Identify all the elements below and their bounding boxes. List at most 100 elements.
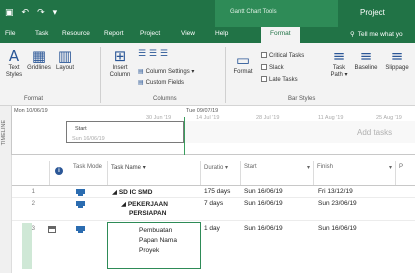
critical-tasks-checkbox[interactable]: Critical Tasks [261, 52, 304, 59]
duration-cell[interactable]: 175 days [204, 188, 230, 195]
column-header-start[interactable]: Start ▾ [241, 161, 314, 185]
tab-format[interactable]: Format [261, 27, 300, 43]
tab-resource[interactable]: Resource [62, 30, 90, 37]
checkbox-icon [261, 76, 267, 82]
custom-fields-icon: ▤ [138, 79, 144, 86]
ribbon-separator [225, 47, 226, 103]
baseline-icon: ≡ [359, 47, 373, 65]
column-header-task-mode[interactable]: Task Mode [70, 161, 108, 185]
ribbon-separator [100, 47, 101, 103]
column-header-task-name[interactable]: Task Name ▾ [108, 161, 201, 185]
chevron-down-icon: ▾ [388, 164, 392, 171]
ribbon: A Text Styles ▦ Gridlines ▥ Layout Forma… [0, 43, 415, 106]
collapse-triangle-icon[interactable]: ◢ [112, 188, 117, 196]
row-header-corner [32, 161, 50, 185]
finish-cell[interactable]: Fri 13/12/19 [318, 188, 353, 195]
save-icon[interactable]: ▣ [5, 8, 14, 18]
duration-header-label: Duratio [204, 165, 224, 171]
quick-access-toolbar: ▣ ↶ ↷ ▾ [5, 8, 65, 18]
task-name-line3: Proyek [139, 247, 160, 254]
column-settings-label: Column Settings [145, 69, 190, 75]
start-cell[interactable]: Sun 16/06/19 [244, 188, 283, 195]
slippage-label: Slippage [385, 65, 409, 71]
start-cell[interactable]: Sun 16/06/19 [244, 225, 283, 232]
layout-button[interactable]: ▥ Layout [53, 47, 77, 72]
task-name-line2: PERSIAPAN [129, 210, 167, 217]
text-styles-button[interactable]: A Text Styles [3, 47, 25, 79]
title-bar: ▣ ↶ ↷ ▾ Gantt Chart Tools Project [0, 0, 415, 27]
task-path-button[interactable]: ≡ Task Path ▾ [328, 47, 350, 79]
auto-schedule-icon [76, 226, 85, 233]
timeline-side-label: TIMELINE [1, 120, 7, 146]
format-group-label: Format [24, 96, 44, 102]
finish-cell[interactable]: Sun 23/06/19 [318, 200, 357, 207]
text-styles-label: Text Styles [5, 65, 23, 78]
start-cell[interactable]: Sun 16/06/19 [244, 200, 283, 207]
tab-project[interactable]: Project [140, 30, 160, 37]
format-bar-button[interactable]: ▭ Format [229, 51, 257, 76]
tab-help[interactable]: Help [215, 30, 228, 37]
align-icons[interactable]: ☰ ☰ ☰ [138, 49, 168, 59]
duration-cell[interactable]: 1 day [204, 225, 220, 232]
gridlines-button[interactable]: ▦ Gridlines [27, 47, 51, 72]
checkbox-icon [261, 52, 267, 58]
gridlines-icon: ▦ [31, 47, 47, 65]
task-path-icon: ≡ [332, 47, 346, 65]
collapse-triangle-icon[interactable]: ◢ [121, 200, 126, 208]
auto-schedule-icon [76, 189, 85, 196]
layout-icon: ▥ [57, 47, 73, 65]
row-number: 1 [31, 189, 35, 195]
tab-report[interactable]: Report [104, 30, 124, 37]
add-tasks-hint: Add tasks [357, 128, 393, 137]
timeline-start-date: Sun 16/06/19 [72, 136, 105, 142]
tab-task[interactable]: Task [35, 30, 48, 37]
column-header-finish[interactable]: Finish ▾ [314, 161, 396, 185]
lightbulb-icon: ⚲ [350, 30, 355, 38]
context-tab-title: Gantt Chart Tools [230, 9, 277, 15]
custom-fields-button[interactable]: ▤ Custom Fields [138, 79, 184, 86]
checkbox-icon [261, 64, 267, 70]
dropdown-arrow-icon[interactable]: ▾ [53, 8, 58, 18]
task-name-edit-cell[interactable]: Pembuatan Papan Nama Proyek [107, 222, 201, 269]
chevron-down-icon: ▾ [225, 164, 229, 171]
task-name-line2: Papan Nama [139, 237, 177, 244]
task-path-label: Task Path [330, 65, 346, 78]
critical-tasks-label: Critical Tasks [269, 53, 305, 59]
layout-label: Layout [55, 65, 74, 71]
chevron-down-icon: ▾ [306, 164, 310, 171]
baseline-button[interactable]: ≡ Baseline [352, 47, 380, 72]
insert-column-label: Insert Column [109, 65, 131, 78]
finish-cell[interactable]: Sun 16/06/19 [318, 225, 357, 232]
calendar-indicator-icon [48, 226, 56, 233]
late-tasks-checkbox[interactable]: Late Tasks [261, 76, 298, 83]
tell-me-box[interactable]: ⚲ Tell me what yo [350, 30, 403, 38]
insert-column-button[interactable]: ⊞ Insert Column [106, 47, 134, 79]
timeline-date-marker: Tue 09/07/19 [186, 108, 219, 114]
undo-icon[interactable]: ↶ [22, 8, 30, 18]
task-name-cell[interactable]: ◢ PEKERJAAN [121, 200, 168, 208]
tab-file[interactable]: File [5, 30, 15, 37]
document-title: Project [360, 8, 385, 17]
task-name-cell[interactable]: ◢ SD IC SMD [112, 188, 152, 196]
finish-header-label: Finish [317, 164, 334, 170]
ribbon-tabs: File Task Resource Report Project View H… [0, 27, 415, 43]
baseline-label: Baseline [354, 65, 378, 71]
slack-checkbox[interactable]: Slack [261, 64, 284, 71]
row-number: 3 [31, 226, 35, 232]
tab-view[interactable]: View [181, 30, 195, 37]
timeline-start-label: Start [75, 126, 87, 132]
late-tasks-label: Late Tasks [269, 77, 298, 83]
task-name-text: SD IC SMD [118, 189, 153, 196]
column-header-predecessors[interactable]: P [396, 161, 415, 185]
column-header-duration[interactable]: Duratio ▾ [201, 161, 241, 185]
column-settings-icon: ▤ [138, 68, 144, 75]
format-bar-label: Format [233, 69, 253, 75]
slippage-button[interactable]: ≡ Slippage [382, 47, 412, 72]
gridlines-label: Gridlines [27, 65, 51, 71]
slippage-icon: ≡ [390, 47, 404, 65]
duration-cell[interactable]: 7 days [204, 200, 223, 207]
indicators-info-icon[interactable]: i [55, 167, 63, 175]
column-settings-button[interactable]: ▤ Column Settings ▾ [138, 68, 194, 75]
slack-label: Slack [269, 65, 284, 71]
redo-icon[interactable]: ↷ [37, 8, 45, 18]
